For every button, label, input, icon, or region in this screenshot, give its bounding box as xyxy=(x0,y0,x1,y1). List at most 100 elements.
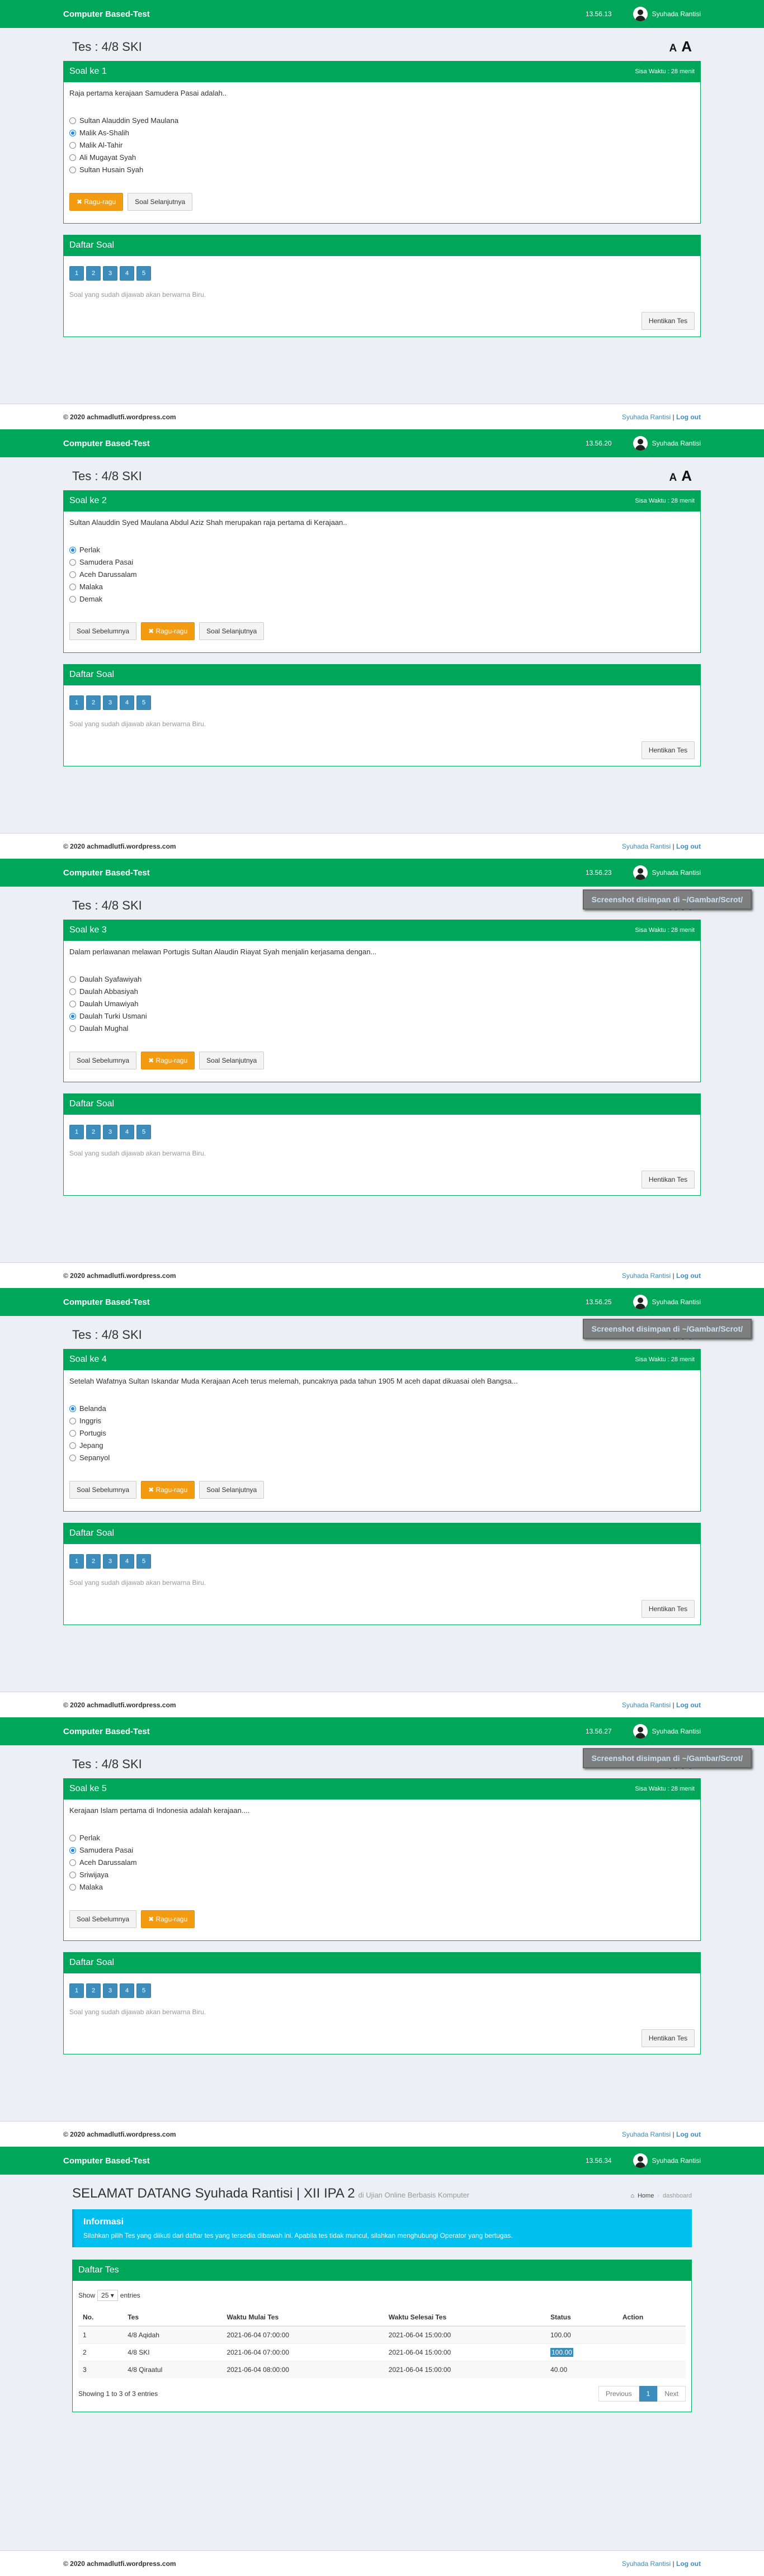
footer-copyright[interactable]: © 2020 achmadlutfi.wordpress.com xyxy=(63,2130,176,2138)
radio-button[interactable] xyxy=(69,558,76,566)
answer-option[interactable]: Perlak xyxy=(69,1834,695,1842)
answer-option[interactable]: Jepang xyxy=(69,1441,695,1450)
radio-button[interactable] xyxy=(69,1454,76,1461)
question-number-button[interactable]: 4 xyxy=(120,695,134,710)
radio-button[interactable] xyxy=(69,117,76,124)
answer-option[interactable]: Malaka xyxy=(69,583,695,591)
question-number-button[interactable]: 3 xyxy=(103,1554,117,1569)
answer-option[interactable]: Samudera Pasai xyxy=(69,1846,695,1854)
question-number-button[interactable]: 3 xyxy=(103,1125,117,1139)
answer-option[interactable]: Sriwijaya xyxy=(69,1871,695,1879)
logout-link[interactable]: Log out xyxy=(676,1701,701,1709)
column-header[interactable]: Waktu Mulai Tes xyxy=(222,2309,384,2327)
stop-test-button[interactable]: Hentikan Tes xyxy=(641,312,695,330)
radio-button[interactable] xyxy=(69,1846,76,1854)
radio-button[interactable] xyxy=(69,988,76,995)
answer-option[interactable]: Daulah Turki Usmani xyxy=(69,1012,695,1020)
next-question-button[interactable]: Soal Selanjutnya xyxy=(199,1481,265,1499)
answer-option[interactable]: Demak xyxy=(69,595,695,603)
question-number-button[interactable]: 4 xyxy=(120,266,134,281)
user-avatar-icon[interactable] xyxy=(633,7,648,21)
question-number-button[interactable]: 2 xyxy=(86,1125,101,1139)
footer-user[interactable]: Syuhada Rantisi xyxy=(622,2560,671,2568)
app-brand[interactable]: Computer Based-Test xyxy=(63,1298,150,1307)
radio-button[interactable] xyxy=(69,595,76,603)
radio-button[interactable] xyxy=(69,583,76,590)
home-icon[interactable]: ⌂ xyxy=(630,2193,634,2199)
question-number-button[interactable]: 2 xyxy=(86,695,101,710)
logout-link[interactable]: Log out xyxy=(676,842,701,850)
doubt-button[interactable]: ✖ Ragu-ragu xyxy=(141,1052,195,1069)
app-brand[interactable]: Computer Based-Test xyxy=(63,1727,150,1736)
radio-button[interactable] xyxy=(69,129,76,136)
answer-option[interactable]: Belanda xyxy=(69,1404,695,1413)
answer-option[interactable]: Malik Al-Tahir xyxy=(69,141,695,149)
radio-button[interactable] xyxy=(69,141,76,149)
question-number-button[interactable]: 5 xyxy=(136,695,151,710)
footer-copyright[interactable]: © 2020 achmadlutfi.wordpress.com xyxy=(63,1701,176,1709)
answer-option[interactable]: Portugis xyxy=(69,1429,695,1437)
question-number-button[interactable]: 2 xyxy=(86,266,101,281)
footer-user[interactable]: Syuhada Rantisi xyxy=(622,842,671,850)
doubt-button[interactable]: ✖ Ragu-ragu xyxy=(141,1481,195,1499)
column-header[interactable]: Waktu Selesai Tes xyxy=(384,2309,546,2327)
user-avatar-icon[interactable] xyxy=(633,865,648,880)
user-name[interactable]: Syuhada Rantisi xyxy=(652,1298,701,1306)
radio-button[interactable] xyxy=(69,166,76,173)
radio-button[interactable] xyxy=(69,1012,76,1020)
question-number-button[interactable]: 5 xyxy=(136,1983,151,1998)
user-avatar-icon[interactable] xyxy=(633,1724,648,1739)
radio-button[interactable] xyxy=(69,1025,76,1032)
next-question-button[interactable]: Soal Selanjutnya xyxy=(199,1052,265,1069)
answer-option[interactable]: Sultan Alauddin Syed Maulana xyxy=(69,116,695,125)
column-header[interactable]: Action xyxy=(617,2309,686,2327)
footer-copyright[interactable]: © 2020 achmadlutfi.wordpress.com xyxy=(63,2560,176,2568)
logout-link[interactable]: Log out xyxy=(676,413,701,421)
font-larger-button[interactable]: A xyxy=(681,467,692,485)
stop-test-button[interactable]: Hentikan Tes xyxy=(641,1600,695,1618)
answer-option[interactable]: Ali Mugayat Syah xyxy=(69,153,695,162)
user-avatar-icon[interactable] xyxy=(633,2153,648,2168)
next-question-button[interactable]: Soal Selanjutnya xyxy=(199,622,265,640)
app-brand[interactable]: Computer Based-Test xyxy=(63,2156,150,2166)
user-name[interactable]: Syuhada Rantisi xyxy=(652,1727,701,1735)
footer-user[interactable]: Syuhada Rantisi xyxy=(622,1701,671,1709)
user-avatar-icon[interactable] xyxy=(633,1295,648,1309)
next-page-button[interactable]: Next xyxy=(657,2386,686,2402)
font-smaller-button[interactable]: A xyxy=(669,42,677,55)
question-number-button[interactable]: 5 xyxy=(136,1554,151,1569)
previous-question-button[interactable]: Soal Sebelumnya xyxy=(69,622,137,640)
radio-button[interactable] xyxy=(69,1834,76,1841)
radio-button[interactable] xyxy=(69,1000,76,1007)
answer-option[interactable]: Samudera Pasai xyxy=(69,558,695,566)
question-number-button[interactable]: 1 xyxy=(69,695,84,710)
question-number-button[interactable]: 1 xyxy=(69,266,84,281)
user-name[interactable]: Syuhada Rantisi xyxy=(652,439,701,447)
question-number-button[interactable]: 4 xyxy=(120,1983,134,1998)
app-brand[interactable]: Computer Based-Test xyxy=(63,868,150,878)
radio-button[interactable] xyxy=(69,546,76,553)
doubt-button[interactable]: ✖ Ragu-ragu xyxy=(141,1910,195,1928)
next-question-button[interactable]: Soal Selanjutnya xyxy=(128,193,193,211)
column-header[interactable]: Status xyxy=(546,2309,618,2327)
user-avatar-icon[interactable] xyxy=(633,436,648,451)
footer-user[interactable]: Syuhada Rantisi xyxy=(622,413,671,421)
question-number-button[interactable]: 4 xyxy=(120,1125,134,1139)
logout-link[interactable]: Log out xyxy=(676,2560,701,2568)
breadcrumb-home[interactable]: Home xyxy=(638,2193,654,2199)
footer-copyright[interactable]: © 2020 achmadlutfi.wordpress.com xyxy=(63,1272,176,1280)
question-number-button[interactable]: 1 xyxy=(69,1983,84,1998)
footer-copyright[interactable]: © 2020 achmadlutfi.wordpress.com xyxy=(63,413,176,421)
answer-option[interactable]: Aceh Darussalam xyxy=(69,570,695,579)
question-number-button[interactable]: 5 xyxy=(136,1125,151,1139)
column-header[interactable]: No. xyxy=(78,2309,124,2327)
previous-question-button[interactable]: Soal Sebelumnya xyxy=(69,1910,137,1928)
radio-button[interactable] xyxy=(69,571,76,578)
radio-button[interactable] xyxy=(69,1405,76,1412)
stop-test-button[interactable]: Hentikan Tes xyxy=(641,2029,695,2047)
previous-question-button[interactable]: Soal Sebelumnya xyxy=(69,1481,137,1499)
answer-option[interactable]: Daulah Abbasiyah xyxy=(69,987,695,996)
column-header[interactable]: Tes xyxy=(123,2309,223,2327)
radio-button[interactable] xyxy=(69,154,76,161)
radio-button[interactable] xyxy=(69,1871,76,1878)
